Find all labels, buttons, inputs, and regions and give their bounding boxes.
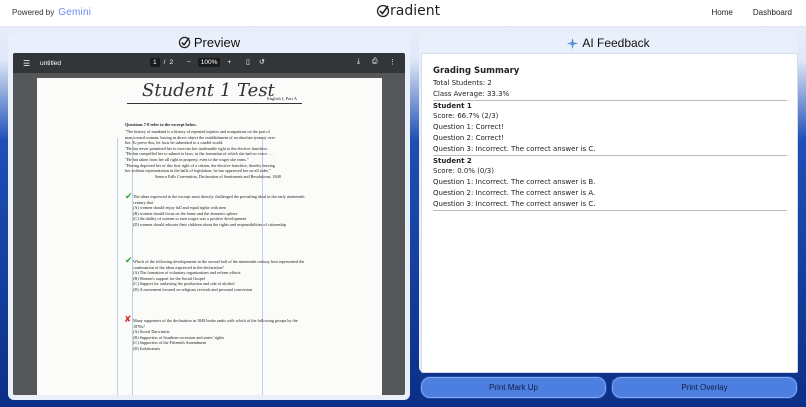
incorrect-x-icon: ✘ [124, 314, 132, 324]
divider [433, 209, 787, 211]
pdf-page: Student 1 Test English I, Part A Questio… [37, 78, 382, 395]
download-icon[interactable]: ⤓ [357, 58, 360, 66]
student-score: Score: 66.7% (2/3) [433, 112, 499, 121]
student-name: Student 1 [433, 101, 472, 110]
page-separator: / [163, 59, 166, 66]
correct-check-icon: ✔ [125, 255, 133, 265]
page-total: 2 [169, 59, 174, 66]
preview-title: Preview [8, 35, 410, 50]
question-result: Question 1: Incorrect. The correct answe… [433, 178, 596, 187]
question-result: Question 1: Correct! [433, 123, 504, 132]
feedback-title-text: AI Feedback [582, 36, 650, 50]
correct-check-icon: ✔ [125, 191, 133, 201]
nav-dashboard[interactable]: Dashboard [753, 8, 792, 17]
part-label: English I, Part A [267, 96, 297, 101]
zoom-out-icon[interactable]: − [187, 59, 191, 66]
more-options-icon[interactable]: ⋮ [389, 58, 396, 66]
gemini-logo: Gemini [58, 7, 92, 18]
student-name: Student 2 [433, 156, 472, 165]
brand-name: radient [390, 3, 441, 19]
question-result: Question 2: Correct! [433, 133, 504, 142]
zoom-controls: − 100% + [187, 58, 231, 67]
question-intro: Questions 7-8 refer to the excerpt below… [125, 122, 197, 127]
margin-line [117, 138, 118, 395]
student-score: Score: 0.0% (0/3) [433, 167, 494, 176]
question-1: The ideas expressed in the excerpt most … [133, 194, 308, 228]
zoom-in-icon[interactable]: + [227, 59, 231, 66]
total-students: Total Students: 2 [433, 79, 492, 87]
powered-by: Powered by Gemini [12, 7, 91, 18]
page-number-input[interactable]: 1 [150, 58, 160, 67]
title-underline [127, 103, 302, 104]
zoom-level[interactable]: 100% [197, 58, 221, 67]
handwritten-title: Student 1 Test [142, 80, 275, 101]
option: (D) women should educate their children … [133, 221, 287, 227]
rotate-icon[interactable]: ↺ [259, 58, 265, 66]
feedback-title: AI Feedback [419, 36, 798, 50]
print-overlay-button[interactable]: Print Overlay [611, 376, 798, 399]
check-circle-icon [178, 36, 191, 49]
powered-by-label: Powered by [12, 8, 55, 17]
question-3: Many supporters of the declaration in 18… [133, 318, 308, 352]
excerpt: "The history of mankind is a history of … [125, 129, 305, 179]
top-navbar: Powered by Gemini radient Home Dashboard [0, 0, 806, 27]
feedback-box: Grading Summary Total Students: 2 Class … [421, 53, 798, 373]
question-2: Which of the following developments in t… [133, 259, 308, 293]
preview-panel: Preview ☰ untitled 1 / 2 − 100% + ▯ ↺ ⤓ … [8, 33, 410, 400]
print-markup-button[interactable]: Print Mark Up [420, 376, 607, 399]
feedback-panel: AI Feedback Grading Summary Total Studen… [419, 33, 798, 373]
grading-summary: Grading Summary Total Students: 2 Class … [433, 66, 787, 211]
option: (D) A movement focused on religious revi… [133, 286, 253, 292]
gradient-check-icon [376, 4, 390, 18]
question-text: Which of the following developments in t… [133, 259, 305, 270]
fit-page-icon[interactable]: ▯ [246, 58, 250, 66]
excerpt-source: Seneca Falls Convention, Declaration of … [155, 173, 281, 179]
pdf-viewer[interactable]: ☰ untitled 1 / 2 − 100% + ▯ ↺ ⤓ ⎙ ⋮ Stud… [13, 53, 405, 395]
page-indicator: 1 / 2 [150, 58, 173, 67]
brand-logo[interactable]: radient [376, 3, 440, 19]
question-result: Question 3: Incorrect. The correct answe… [433, 199, 596, 208]
question-result: Question 3: Incorrect. The correct answe… [433, 144, 596, 153]
pdf-toolbar: ☰ untitled 1 / 2 − 100% + ▯ ↺ ⤓ ⎙ ⋮ [13, 53, 405, 73]
class-average: Class Average: 33.3% [433, 89, 510, 98]
question-text: The ideas expressed in the excerpt most … [133, 194, 305, 205]
option: (D) Isolationists [133, 345, 161, 351]
menu-icon[interactable]: ☰ [23, 59, 30, 68]
sparkle-icon [567, 37, 579, 49]
nav-home[interactable]: Home [712, 8, 733, 17]
print-icon[interactable]: ⎙ [372, 58, 378, 66]
summary-heading: Grading Summary [433, 66, 520, 76]
question-result: Question 2: Incorrect. The correct answe… [433, 188, 596, 197]
question-text: Many supporters of the declaration in 18… [133, 318, 298, 329]
pdf-file-name: untitled [40, 60, 61, 67]
preview-title-text: Preview [193, 35, 241, 50]
main-nav: Home Dashboard [712, 8, 792, 17]
